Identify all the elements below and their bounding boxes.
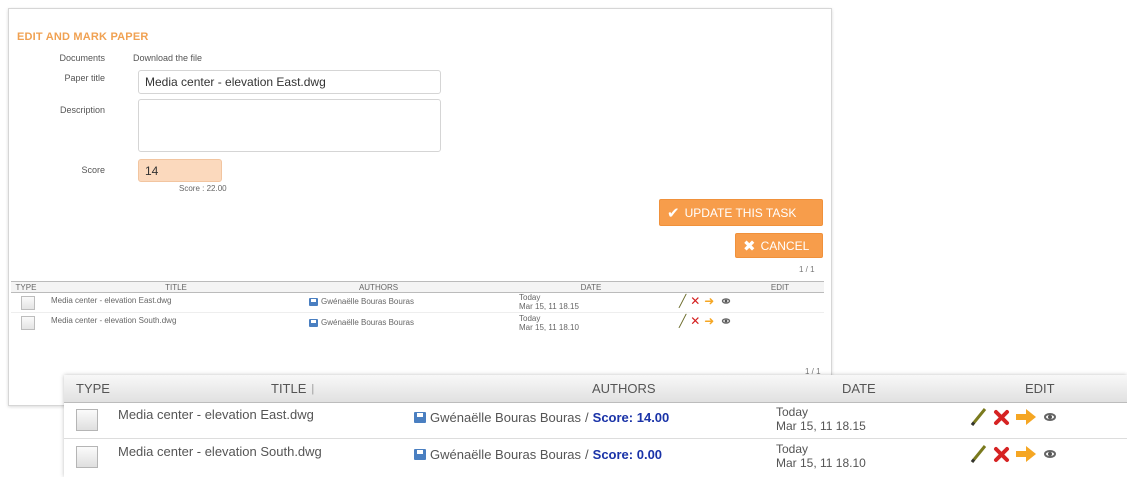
row-date-time: Mar 15, 11 18.10 bbox=[776, 456, 866, 470]
row-score[interactable]: Score: 0.00 bbox=[593, 447, 662, 462]
row-date-day: Today bbox=[776, 442, 809, 456]
check-icon: ✔ bbox=[667, 204, 680, 222]
separator: / bbox=[585, 447, 589, 462]
row-date-time: Mar 15, 11 18.15 bbox=[776, 419, 866, 433]
separator: / bbox=[585, 410, 589, 425]
row-date-time: Mar 15, 11 18.10 bbox=[519, 323, 579, 332]
row-title[interactable]: Media center - elevation South.dwg bbox=[118, 444, 322, 459]
row-date: Today Mar 15, 11 18.10 bbox=[776, 442, 866, 470]
documents-label: Documents bbox=[59, 53, 105, 63]
edit-mark-panel: EDIT AND MARK PAPER Documents Download t… bbox=[8, 8, 832, 406]
eye-icon[interactable] bbox=[721, 297, 732, 305]
header-date[interactable]: DATE bbox=[842, 375, 876, 402]
row-edit-actions bbox=[970, 407, 1058, 427]
row-author: Gwénaëlle Bouras Bouras / Score: 14.00 bbox=[414, 410, 669, 425]
header-date[interactable]: DATE bbox=[446, 282, 736, 292]
header-authors[interactable]: AUTHORS bbox=[592, 375, 656, 402]
cancel-x-icon: ✖ bbox=[743, 237, 756, 255]
papers-table-zoomed: TYPE TITLE | AUTHORS DATE EDIT Media cen… bbox=[64, 375, 1127, 477]
table-row[interactable]: Media center - elevation South.dwg Gwéna… bbox=[11, 312, 824, 332]
file-save-icon[interactable] bbox=[414, 412, 426, 423]
row-author: Gwénaëlle Bouras Bouras bbox=[309, 318, 414, 327]
delete-x-icon[interactable]: ✕ bbox=[690, 294, 700, 308]
row-title[interactable]: Media center - elevation East.dwg bbox=[118, 407, 314, 422]
paper-title-label: Paper title bbox=[64, 73, 105, 83]
sort-indicator-icon: | bbox=[311, 382, 315, 395]
pencil-icon[interactable] bbox=[970, 444, 988, 464]
score-hint: Score : 22.00 bbox=[179, 184, 227, 193]
row-checkbox[interactable] bbox=[21, 296, 35, 310]
cancel-label: CANCEL bbox=[760, 238, 810, 253]
header-title-label: TITLE bbox=[271, 381, 307, 396]
header-type[interactable]: TYPE bbox=[76, 375, 110, 402]
row-author-name: Gwénaëlle Bouras Bouras bbox=[430, 410, 582, 425]
pencil-icon[interactable]: ╱ bbox=[679, 314, 686, 328]
file-save-icon[interactable] bbox=[414, 449, 426, 460]
row-edit-actions bbox=[970, 444, 1058, 464]
arrow-right-icon[interactable] bbox=[1015, 445, 1037, 463]
pencil-icon[interactable] bbox=[970, 407, 988, 427]
row-date: Today Mar 15, 11 18.10 bbox=[519, 314, 579, 332]
file-save-icon[interactable] bbox=[309, 318, 318, 327]
header-title[interactable]: TITLE | bbox=[271, 375, 314, 402]
row-author: Gwénaëlle Bouras Bouras / Score: 0.00 bbox=[414, 447, 662, 462]
row-title[interactable]: Media center - elevation East.dwg bbox=[51, 296, 172, 305]
row-date-time: Mar 15, 11 18.15 bbox=[519, 302, 579, 311]
update-task-label: UPDATE THIS TASK bbox=[684, 205, 797, 220]
header-edit: EDIT bbox=[770, 282, 790, 292]
row-edit-actions: ╱ ✕ ➜ bbox=[679, 314, 734, 328]
delete-x-icon[interactable] bbox=[993, 446, 1010, 463]
table-header: TYPE TITLE | AUTHORS DATE EDIT bbox=[64, 375, 1127, 403]
row-author-name: Gwénaëlle Bouras Bouras bbox=[321, 297, 414, 306]
update-task-button[interactable]: ✔ UPDATE THIS TASK bbox=[659, 199, 823, 226]
row-date-day: Today bbox=[776, 405, 809, 419]
row-date: Today Mar 15, 11 18.15 bbox=[519, 293, 579, 311]
description-textarea[interactable] bbox=[138, 99, 441, 152]
row-checkbox[interactable] bbox=[76, 446, 98, 468]
score-input[interactable]: 14 bbox=[138, 159, 222, 182]
header-type[interactable]: TYPE bbox=[11, 282, 41, 292]
row-checkbox[interactable] bbox=[76, 409, 98, 431]
pencil-icon[interactable]: ╱ bbox=[679, 294, 686, 308]
arrow-right-icon[interactable]: ➜ bbox=[704, 294, 714, 308]
row-date-day: Today bbox=[519, 293, 541, 302]
eye-icon[interactable] bbox=[1042, 448, 1058, 460]
row-date-day: Today bbox=[519, 314, 541, 323]
row-author-name: Gwénaëlle Bouras Bouras bbox=[430, 447, 582, 462]
delete-x-icon[interactable]: ✕ bbox=[690, 314, 700, 328]
row-author: Gwénaëlle Bouras Bouras bbox=[309, 297, 414, 306]
row-title[interactable]: Media center - elevation South.dwg bbox=[51, 316, 176, 325]
row-edit-actions: ╱ ✕ ➜ bbox=[679, 294, 734, 308]
eye-icon[interactable] bbox=[1042, 411, 1058, 423]
row-score[interactable]: Score: 14.00 bbox=[593, 410, 670, 425]
file-save-icon[interactable] bbox=[309, 297, 318, 306]
table-row[interactable]: Media center - elevation East.dwg Gwénaë… bbox=[64, 402, 1127, 437]
download-file-link[interactable]: Download the file bbox=[133, 53, 202, 63]
eye-icon[interactable] bbox=[721, 317, 732, 325]
header-edit: EDIT bbox=[1025, 381, 1055, 396]
row-checkbox[interactable] bbox=[21, 316, 35, 330]
score-label: Score bbox=[81, 165, 105, 175]
table-row[interactable]: Media center - elevation East.dwg Gwénaë… bbox=[11, 293, 824, 312]
arrow-right-icon[interactable] bbox=[1015, 408, 1037, 426]
table-row[interactable]: Media center - elevation South.dwg Gwéna… bbox=[64, 438, 1127, 474]
table-header: TYPE TITLE AUTHORS DATE EDIT bbox=[11, 281, 824, 293]
row-date: Today Mar 15, 11 18.15 bbox=[776, 405, 866, 433]
cancel-button[interactable]: ✖ CANCEL bbox=[735, 233, 823, 258]
row-author-name: Gwénaëlle Bouras Bouras bbox=[321, 318, 414, 327]
header-authors[interactable]: AUTHORS bbox=[311, 282, 446, 292]
pager-top: 1 / 1 bbox=[799, 265, 815, 274]
header-title[interactable]: TITLE bbox=[41, 282, 311, 292]
papers-table-small: TYPE TITLE AUTHORS DATE EDIT Media cente… bbox=[11, 281, 824, 332]
description-label: Description bbox=[59, 105, 105, 115]
arrow-right-icon[interactable]: ➜ bbox=[704, 314, 714, 328]
delete-x-icon[interactable] bbox=[993, 409, 1010, 426]
panel-title: EDIT AND MARK PAPER bbox=[17, 31, 149, 43]
paper-title-input[interactable]: Media center - elevation East.dwg bbox=[138, 70, 441, 94]
